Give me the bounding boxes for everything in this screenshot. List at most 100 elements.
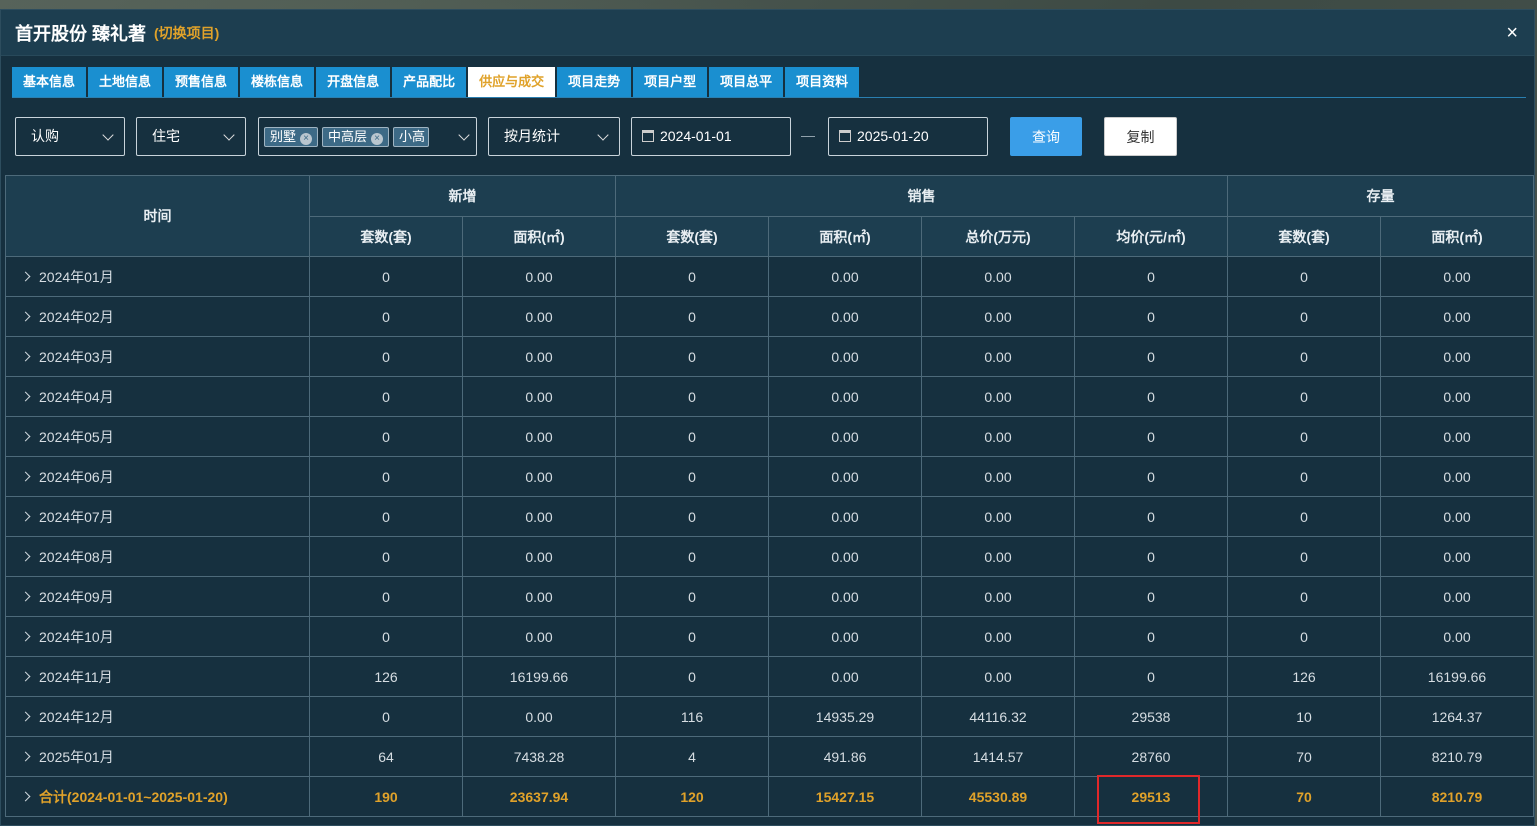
time-cell[interactable]: 2024年06月: [5, 456, 310, 497]
table-row[interactable]: 2024年05月 0 0.00 0 0.00 0.00 0 0 0.00: [5, 416, 1534, 457]
expand-chevron-icon[interactable]: [20, 391, 31, 401]
value-cell: 0: [309, 536, 463, 577]
product-tag[interactable]: 小高: [393, 127, 430, 148]
time-cell[interactable]: 2024年10月: [5, 616, 310, 657]
value-cell: 0.00: [462, 576, 616, 617]
table-row[interactable]: 2024年11月 126 16199.66 0 0.00 0.00 0 126 16199.66: [5, 656, 1534, 697]
column-header: 面积(㎡): [462, 216, 616, 257]
expand-chevron-icon[interactable]: [20, 351, 31, 361]
value-cell: 0: [615, 256, 769, 297]
tab-8[interactable]: 项目户型: [633, 67, 708, 97]
time-cell[interactable]: 2024年09月: [5, 576, 310, 617]
tag-remove-icon[interactable]: ×: [300, 133, 313, 146]
time-cell[interactable]: 2024年04月: [5, 376, 310, 417]
value-cell: 0.00: [1380, 336, 1534, 377]
tab-7[interactable]: 项目走势: [557, 67, 632, 97]
value-cell: 0: [1074, 256, 1228, 297]
value-cell: 0.00: [462, 376, 616, 417]
status-select[interactable]: 认购: [15, 117, 125, 156]
tab-5[interactable]: 产品配比: [392, 67, 467, 97]
tab-9[interactable]: 项目总平: [709, 67, 784, 97]
table-row[interactable]: 2024年01月 0 0.00 0 0.00 0.00 0 0 0.00: [5, 256, 1534, 297]
time-cell[interactable]: 2025年01月: [5, 736, 310, 777]
table-row[interactable]: 2024年02月 0 0.00 0 0.00 0.00 0 0 0.00: [5, 296, 1534, 337]
tab-10[interactable]: 项目资料: [785, 67, 860, 97]
expand-chevron-icon[interactable]: [20, 271, 31, 281]
value-cell: 0: [309, 496, 463, 537]
expand-chevron-icon[interactable]: [20, 551, 31, 561]
period-select[interactable]: 按月统计: [488, 117, 620, 156]
copy-button[interactable]: 复制: [1104, 117, 1177, 156]
tab-6[interactable]: 供应与成交: [468, 67, 556, 97]
expand-chevron-icon[interactable]: [20, 631, 31, 641]
value-cell: 0.00: [921, 296, 1075, 337]
table-row[interactable]: 2024年03月 0 0.00 0 0.00 0.00 0 0 0.00: [5, 336, 1534, 377]
value-cell: 0: [1227, 616, 1381, 657]
expand-chevron-icon[interactable]: [20, 671, 31, 681]
expand-chevron-icon[interactable]: [20, 711, 31, 721]
time-cell[interactable]: 2024年01月: [5, 256, 310, 297]
tab-3[interactable]: 楼栋信息: [240, 67, 315, 97]
expand-chevron-icon[interactable]: [20, 791, 31, 801]
start-date-input[interactable]: 2024-01-01: [631, 117, 791, 156]
tab-2[interactable]: 预售信息: [164, 67, 239, 97]
table-row[interactable]: 2024年04月 0 0.00 0 0.00 0.00 0 0 0.00: [5, 376, 1534, 417]
value-cell: 0: [615, 496, 769, 537]
close-icon[interactable]: ×: [1506, 22, 1518, 45]
value-cell: 0.00: [921, 416, 1075, 457]
time-cell[interactable]: 2024年08月: [5, 536, 310, 577]
expand-chevron-icon[interactable]: [20, 751, 31, 761]
time-cell[interactable]: 2024年11月: [5, 656, 310, 697]
expand-chevron-icon[interactable]: [20, 511, 31, 521]
expand-chevron-icon[interactable]: [20, 591, 31, 601]
value-cell: 1414.57: [921, 736, 1075, 777]
value-cell: 0: [1074, 496, 1228, 537]
time-cell[interactable]: 2024年07月: [5, 496, 310, 537]
time-cell[interactable]: 2024年05月: [5, 416, 310, 457]
time-label: 合计(2024-01-01~2025-01-20): [39, 788, 228, 805]
value-cell: 0: [1227, 496, 1381, 537]
value-cell: 0.00: [1380, 296, 1534, 337]
time-label: 2024年03月: [39, 348, 114, 365]
table-row[interactable]: 2024年12月 0 0.00 116 14935.29 44116.32 29538 10 1…: [5, 696, 1534, 737]
value-cell: 0.00: [1380, 376, 1534, 417]
value-cell: 45530.89: [921, 776, 1075, 817]
type-select-value: 住宅: [152, 128, 180, 144]
tab-1[interactable]: 土地信息: [88, 67, 163, 97]
product-tag[interactable]: 中高层 ×: [322, 127, 390, 148]
value-cell: 0.00: [921, 456, 1075, 497]
table-row[interactable]: 2024年08月 0 0.00 0 0.00 0.00 0 0 0.00: [5, 536, 1534, 577]
tab-4[interactable]: 开盘信息: [316, 67, 391, 97]
table-row[interactable]: 2024年07月 0 0.00 0 0.00 0.00 0 0 0.00: [5, 496, 1534, 537]
time-label: 2024年04月: [39, 388, 114, 405]
tag-remove-icon[interactable]: ×: [371, 133, 384, 146]
column-header: 面积(㎡): [1380, 216, 1534, 257]
tab-bar: 基本信息 土地信息 预售信息 楼栋信息 开盘信息 产品配比 供应与成交 项目走势 项目户型 项目总…: [12, 67, 860, 97]
type-select[interactable]: 住宅: [136, 117, 246, 156]
table-row[interactable]: 2024年10月 0 0.00 0 0.00 0.00 0 0 0.00: [5, 616, 1534, 657]
time-cell[interactable]: 2024年03月: [5, 336, 310, 377]
time-cell[interactable]: 合计(2024-01-01~2025-01-20): [5, 776, 310, 817]
value-cell: 0: [615, 416, 769, 457]
value-cell: 0.00: [462, 696, 616, 737]
period-select-value: 按月统计: [504, 128, 560, 144]
time-cell[interactable]: 2024年12月: [5, 696, 310, 737]
product-tag[interactable]: 别墅 ×: [264, 127, 319, 148]
total-row[interactable]: 合计(2024-01-01~2025-01-20) 190 23637.94 120 1…: [5, 775, 1534, 824]
product-multiselect[interactable]: 别墅 × 中高层 × 小高: [258, 117, 477, 156]
table-row[interactable]: 2024年09月 0 0.00 0 0.00 0.00 0 0 0.00: [5, 576, 1534, 617]
value-cell: 0.00: [768, 336, 922, 377]
tab-0[interactable]: 基本信息: [12, 67, 87, 97]
table-row[interactable]: 2025年01月 64 7438.28 4 491.86 1414.57 28760 70 82…: [5, 736, 1534, 777]
end-date-input[interactable]: 2025-01-20: [828, 117, 988, 156]
value-cell: 0: [1074, 616, 1228, 657]
expand-chevron-icon[interactable]: [20, 471, 31, 481]
query-button[interactable]: 查询: [1010, 117, 1082, 156]
value-cell: 0: [1227, 336, 1381, 377]
switch-project-link[interactable]: (切换项目): [154, 23, 219, 43]
time-cell[interactable]: 2024年02月: [5, 296, 310, 337]
table-row[interactable]: 2024年06月 0 0.00 0 0.00 0.00 0 0 0.00: [5, 456, 1534, 497]
expand-chevron-icon[interactable]: [20, 431, 31, 441]
expand-chevron-icon[interactable]: [20, 311, 31, 321]
value-cell: 70: [1227, 776, 1381, 817]
